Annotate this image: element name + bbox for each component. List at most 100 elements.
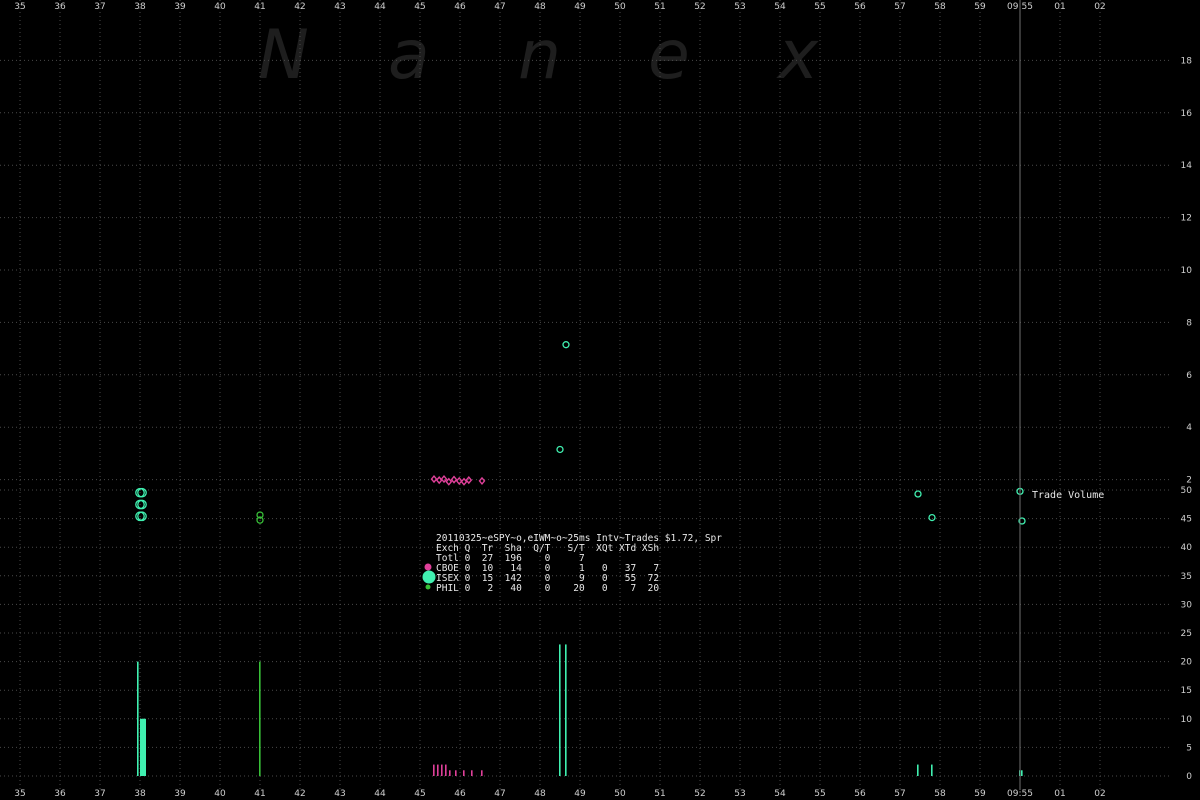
volume-tick-label: 35 [1181, 572, 1192, 582]
x-tick-label-top: 55 [814, 2, 825, 12]
x-tick-label-bottom: 01 [1054, 789, 1065, 799]
cboe-volume-bar [463, 770, 465, 776]
isex-volume-bar [565, 644, 567, 776]
x-tick-label-bottom: 39 [174, 789, 186, 799]
isex-volume-bar [917, 764, 919, 776]
x-tick-label-top: 50 [614, 2, 626, 12]
volume-tick-label: 10 [1181, 715, 1193, 725]
trades-chart: Nanex 3535363637373838393940404141424243… [0, 0, 1200, 800]
volume-tick-label: 15 [1181, 686, 1192, 696]
cboe-volume-bar [433, 764, 435, 776]
x-tick-label-top: 46 [454, 2, 466, 12]
x-tick-label-bottom: 59 [974, 789, 986, 799]
watermark-letter: N [258, 16, 309, 95]
x-tick-label-top: 59 [974, 2, 986, 12]
legend-row-phil: PHIL 0 2 40 0 20 0 7 20 [436, 583, 659, 594]
volume-tick-label: 50 [1181, 486, 1193, 496]
x-tick-label-top: 37 [94, 2, 105, 12]
x-tick-label-bottom: 48 [534, 789, 546, 799]
x-tick-label-bottom: 38 [134, 789, 146, 799]
volume-label: Trade Volume [1032, 490, 1104, 501]
x-tick-label-top: 58 [934, 2, 946, 12]
x-tick-label-top: 49 [574, 2, 586, 12]
x-tick-label-bottom: 41 [254, 789, 265, 799]
watermark-letter: x [776, 16, 819, 95]
cboe-volume-bar [437, 764, 439, 776]
volume-tick-label: 5 [1186, 743, 1192, 753]
x-tick-label-top: 56 [854, 2, 866, 12]
x-tick-label-top: 02 [1094, 2, 1105, 12]
isex-volume-bar [142, 718, 146, 776]
x-tick-label-top: 39 [174, 2, 186, 12]
x-tick-label-bottom: 53 [734, 789, 745, 799]
x-tick-label-top: 38 [134, 2, 146, 12]
x-tick-label-bottom: 56 [854, 789, 866, 799]
x-tick-label-bottom: 42 [294, 789, 305, 799]
x-tick-label-top: 47 [494, 2, 505, 12]
x-tick-label-bottom: 43 [334, 789, 345, 799]
watermark-letter: e [648, 16, 690, 95]
x-tick-label-bottom: 09:55 [1007, 789, 1033, 799]
x-tick-label-bottom: 44 [374, 789, 386, 799]
x-tick-label-bottom: 54 [774, 789, 786, 799]
x-tick-label-bottom: 57 [894, 789, 905, 799]
x-tick-label-bottom: 40 [214, 789, 226, 799]
x-tick-label-top: 40 [214, 2, 226, 12]
y-tick-label: 14 [1181, 161, 1193, 171]
x-tick-label-bottom: 46 [454, 789, 466, 799]
x-tick-label-bottom: 45 [414, 789, 425, 799]
cboe-volume-bar [481, 770, 483, 776]
isex-volume-bar [137, 661, 139, 776]
x-tick-label-top: 42 [294, 2, 305, 12]
y-tick-label: 8 [1186, 318, 1192, 328]
x-tick-label-bottom: 36 [54, 789, 66, 799]
x-tick-label-bottom: 47 [494, 789, 505, 799]
volume-tick-label: 40 [1181, 543, 1193, 553]
x-tick-label-top: 44 [374, 2, 386, 12]
x-tick-label-top: 53 [734, 2, 745, 12]
x-tick-label-bottom: 02 [1094, 789, 1105, 799]
cboe-volume-bar [445, 764, 447, 776]
x-tick-label-top: 01 [1054, 2, 1065, 12]
x-tick-label-top: 41 [254, 2, 265, 12]
x-tick-label-top: 45 [414, 2, 425, 12]
phil-legend-marker [425, 584, 431, 590]
y-tick-label: 16 [1181, 109, 1193, 119]
x-tick-label-bottom: 55 [814, 789, 825, 799]
x-tick-label-bottom: 35 [14, 789, 25, 799]
y-tick-label: 2 [1186, 476, 1192, 486]
x-tick-label-top: 52 [694, 2, 705, 12]
y-tick-label: 10 [1181, 266, 1193, 276]
x-tick-label-top: 35 [14, 2, 25, 12]
phil-volume-bar [259, 661, 261, 776]
cboe-volume-bar [449, 770, 451, 776]
y-tick-label: 12 [1181, 214, 1192, 224]
x-tick-label-top: 48 [534, 2, 546, 12]
x-tick-label-top: 36 [54, 2, 66, 12]
cboe-volume-bar [471, 770, 473, 776]
y-tick-label: 18 [1181, 56, 1193, 66]
y-tick-label: 4 [1186, 423, 1192, 433]
watermark-letter: a [388, 16, 430, 95]
cboe-legend-marker [424, 563, 432, 571]
y-tick-label: 6 [1186, 371, 1192, 381]
x-tick-label-top: 57 [894, 2, 905, 12]
x-tick-label-bottom: 49 [574, 789, 586, 799]
volume-tick-label: 30 [1181, 600, 1193, 610]
volume-tick-label: 25 [1181, 629, 1192, 639]
cboe-volume-bar [455, 770, 457, 776]
isex-volume-bar [931, 764, 933, 776]
isex-volume-bar [559, 644, 561, 776]
x-tick-label-top: 51 [654, 2, 665, 12]
volume-tick-label: 0 [1186, 772, 1192, 782]
volume-tick-label: 20 [1181, 658, 1193, 668]
x-tick-label-top: 43 [334, 2, 345, 12]
x-tick-label-top: 54 [774, 2, 786, 12]
x-tick-label-bottom: 50 [614, 789, 626, 799]
cboe-volume-bar [441, 764, 443, 776]
x-tick-label-bottom: 52 [694, 789, 705, 799]
isex-volume-bar [1021, 770, 1023, 776]
isex-legend-marker [422, 570, 436, 584]
volume-tick-label: 45 [1181, 515, 1192, 525]
x-tick-label-bottom: 37 [94, 789, 105, 799]
